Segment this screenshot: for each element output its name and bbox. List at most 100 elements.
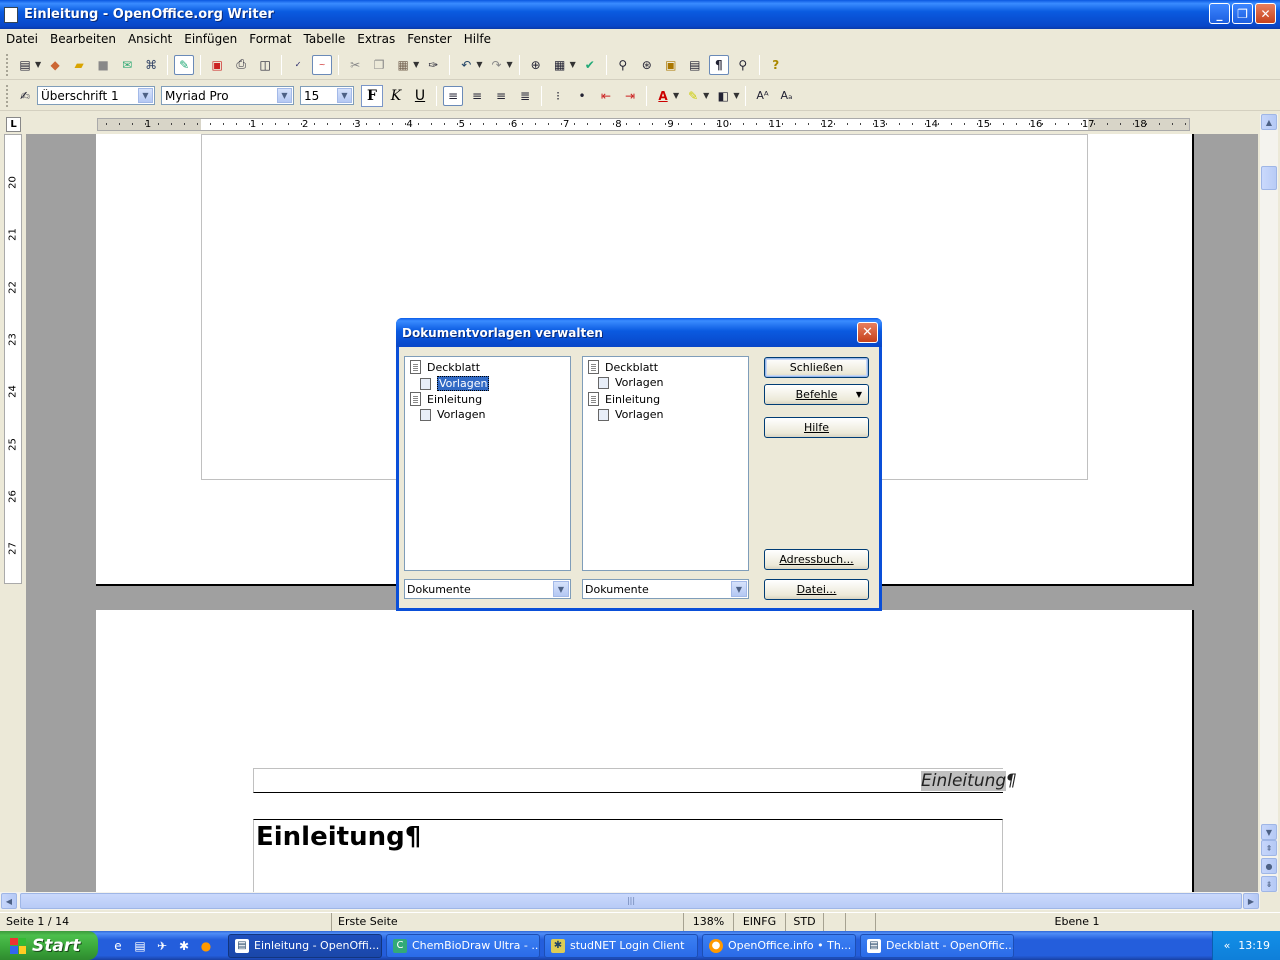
find-replace-icon[interactable]: ⚲	[613, 55, 633, 75]
task-studnet[interactable]: ✱ studNET Login Client	[544, 933, 698, 958]
toolbar-grip[interactable]	[6, 53, 10, 76]
satellite-icon[interactable]: ✈	[154, 938, 170, 954]
close-window-button[interactable]: ✕	[1255, 3, 1276, 24]
export-pdf-icon[interactable]: ▣	[207, 55, 227, 75]
formatting-marks-icon[interactable]: ¶	[708, 54, 729, 75]
scroll-down-button[interactable]: ▼	[1261, 824, 1277, 840]
format-paintbrush-icon[interactable]: ✑	[423, 55, 443, 75]
dropdown-arrow-icon[interactable]: ▼	[733, 91, 739, 100]
paste-icon[interactable]: ▦	[393, 55, 413, 75]
shrink-font-icon[interactable]: Aₐ	[776, 86, 796, 106]
tree-item-einleitung[interactable]: Einleitung	[588, 392, 660, 406]
scroll-thumb[interactable]	[1261, 166, 1277, 190]
scroll-right-button[interactable]: ▶	[1243, 893, 1259, 909]
horizontal-scrollbar[interactable]: ◀ ||| ▶	[0, 892, 1260, 910]
tab-selector[interactable]: L	[6, 117, 21, 132]
dropdown-arrow-icon[interactable]: ▼	[673, 91, 679, 100]
chevron-down-icon[interactable]: ▼	[138, 88, 153, 103]
highlighting-icon[interactable]: ✎	[683, 86, 703, 106]
dropdown-arrow-icon[interactable]: ▼	[703, 91, 709, 100]
menu-ansicht[interactable]: Ansicht	[122, 32, 178, 46]
menu-datei[interactable]: Datei	[0, 32, 44, 46]
data-sources-icon[interactable]: ▤	[685, 55, 705, 75]
vertical-ruler[interactable]: 20 21 22 23 24 25 26 27	[4, 134, 22, 584]
menu-fenster[interactable]: Fenster	[401, 32, 458, 46]
bullets-icon[interactable]: •	[572, 86, 592, 106]
templates-icon[interactable]: ◆	[45, 55, 65, 75]
firefox-icon[interactable]: ●	[198, 938, 214, 954]
dropdown-arrow-icon[interactable]: ▼	[413, 60, 419, 69]
numbering-icon[interactable]: ⁝	[548, 86, 568, 106]
ruler-strip[interactable]: 1 1 2 3 4 5 6 7 8 9 10 11 12 13 14 15 16 17 18	[97, 118, 1190, 131]
task-deckblatt[interactable]: ▤ Deckblatt - OpenOffic...	[860, 933, 1014, 958]
edit-command-icon[interactable]: ⌘	[141, 55, 161, 75]
increase-indent-icon[interactable]: ⇥	[620, 86, 640, 106]
print-icon[interactable]: ⎙	[231, 55, 251, 75]
open-folder-icon[interactable]: ▰	[69, 55, 89, 75]
save-icon[interactable]: ■	[93, 55, 113, 75]
table-icon[interactable]: ▦	[550, 55, 570, 75]
spellcheck-icon[interactable]: ✓	[288, 55, 308, 75]
paragraph-style-combo[interactable]: Überschrift 1 ▼	[37, 86, 155, 105]
grow-font-icon[interactable]: Aᴬ	[752, 86, 772, 106]
task-openoffice-info[interactable]: ● OpenOffice.info • Th...	[702, 933, 856, 958]
underline-button[interactable]: U	[409, 85, 431, 107]
copy-icon[interactable]: ❐	[369, 55, 389, 75]
menu-einfuegen[interactable]: Einfügen	[178, 32, 243, 46]
menu-format[interactable]: Format	[243, 32, 297, 46]
task-einleitung[interactable]: ▤ Einleitung - OpenOffi...	[228, 933, 382, 958]
show-draw-functions-icon[interactable]: ✔	[580, 55, 600, 75]
tree-item-vorlagen[interactable]: Vorlagen	[420, 376, 490, 391]
tree-item-einleitung[interactable]: Einleitung	[410, 392, 482, 406]
tray-expand-icon[interactable]: «	[1224, 939, 1231, 952]
cut-icon[interactable]: ✂	[345, 55, 365, 75]
dropdown-arrow-icon[interactable]: ▼	[35, 60, 41, 69]
tree-item-vorlagen[interactable]: Vorlagen	[420, 408, 485, 421]
menu-extras[interactable]: Extras	[351, 32, 401, 46]
word-icon[interactable]: ▤	[132, 938, 148, 954]
page-preview-icon[interactable]: ◫	[255, 55, 275, 75]
status-zoom[interactable]: 138%	[684, 913, 734, 932]
tree-item-vorlagen[interactable]: Vorlagen	[598, 376, 663, 389]
status-insert-mode[interactable]: EINFG	[734, 913, 786, 932]
scroll-left-button[interactable]: ◀	[1, 893, 17, 909]
network-icon[interactable]: ✱	[176, 938, 192, 954]
start-button[interactable]: Start	[0, 931, 98, 960]
close-button[interactable]: Schließen	[764, 357, 869, 378]
styles-formatting-icon[interactable]: ✍	[15, 86, 35, 106]
navigator-icon[interactable]: ⊛	[637, 55, 657, 75]
commands-button[interactable]: Befehle ▼	[764, 384, 869, 405]
tree-item-deckblatt[interactable]: Deckblatt	[588, 360, 658, 374]
tree-item-deckblatt[interactable]: Deckblatt	[410, 360, 480, 374]
font-color-icon[interactable]: A	[653, 86, 673, 106]
previous-page-button[interactable]: ⇞	[1261, 840, 1277, 856]
chevron-down-icon[interactable]: ▼	[553, 581, 569, 597]
undo-icon[interactable]: ↶	[456, 55, 476, 75]
header-text[interactable]: Einleitung¶	[921, 771, 1017, 791]
vertical-scrollbar[interactable]: ▲ ▼ ⇞ ● ⇟	[1260, 114, 1278, 892]
background-color-icon[interactable]: ◧	[713, 86, 733, 106]
chevron-down-icon[interactable]: ▼	[277, 88, 292, 103]
new-document-icon[interactable]: ▤	[15, 55, 35, 75]
left-source-combo[interactable]: Dokumente ▼	[404, 579, 571, 599]
help-icon[interactable]: ?	[766, 55, 786, 75]
redo-icon[interactable]: ↷	[486, 55, 506, 75]
left-template-tree[interactable]: Deckblatt Vorlagen Einleitung Vorlagen	[404, 356, 571, 571]
dropdown-arrow-icon[interactable]: ▼	[570, 60, 576, 69]
right-template-tree[interactable]: Deckblatt Vorlagen Einleitung Vorlagen	[582, 356, 749, 571]
heading-1[interactable]: Einleitung¶	[256, 822, 421, 852]
status-page[interactable]: Seite 1 / 14	[0, 913, 332, 932]
status-page-style[interactable]: Erste Seite	[332, 913, 684, 932]
chevron-down-icon[interactable]: ▼	[731, 581, 747, 597]
addressbook-button[interactable]: Adressbuch...	[764, 549, 869, 570]
bold-button[interactable]: F	[361, 84, 383, 107]
scroll-thumb[interactable]: |||	[20, 893, 1242, 909]
italic-button[interactable]: K	[385, 85, 407, 107]
dropdown-arrow-icon[interactable]: ▼	[476, 60, 482, 69]
minimize-button[interactable]: _	[1209, 3, 1230, 24]
navigation-icon[interactable]: ●	[1261, 858, 1277, 874]
menu-bearbeiten[interactable]: Bearbeiten	[44, 32, 122, 46]
restore-button[interactable]: ❐	[1232, 3, 1253, 24]
right-source-combo[interactable]: Dokumente ▼	[582, 579, 749, 599]
scroll-up-button[interactable]: ▲	[1261, 114, 1277, 130]
